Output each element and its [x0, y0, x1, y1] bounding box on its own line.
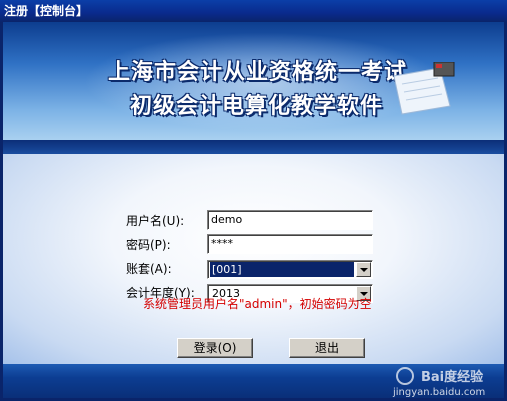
- watermark-url: jingyan.baidu.com: [392, 387, 485, 398]
- baidu-jingyan-watermark: Bai度经验 jingyan.baidu.com: [392, 367, 485, 398]
- watermark-brand: Bai度经验: [421, 369, 484, 385]
- window-title: 注册【控制台】: [4, 4, 89, 18]
- password-input[interactable]: ****: [207, 234, 373, 254]
- banner-title-line2: 初级会计电算化教学软件: [130, 94, 384, 119]
- window-client-area: 上海市会计从业资格统一考试 初级会计电算化教学软件 用户名(U): demo 密…: [3, 22, 504, 398]
- account-select[interactable]: [001]: [207, 260, 373, 279]
- banner-divider: [3, 140, 504, 154]
- password-label: 密码(P):: [126, 238, 171, 252]
- username-label: 用户名(U):: [126, 214, 185, 228]
- admin-notice: 系统管理员用户名"admin"，初始密码为空: [143, 297, 372, 311]
- account-selected-value: [001]: [210, 262, 354, 277]
- login-button[interactable]: 登录(O): [177, 338, 253, 358]
- username-input[interactable]: demo: [207, 210, 373, 230]
- banner: 上海市会计从业资格统一考试 初级会计电算化教学软件: [3, 22, 504, 140]
- document-pen-icon: [393, 62, 455, 115]
- title-bar[interactable]: 注册【控制台】: [0, 0, 507, 22]
- exit-button[interactable]: 退出: [289, 338, 365, 358]
- login-panel: 用户名(U): demo 密码(P): **** 账套(A): [001] 会计…: [3, 154, 504, 364]
- account-label: 账套(A):: [126, 262, 172, 276]
- account-dropdown-button[interactable]: [356, 262, 371, 277]
- banner-title-line1: 上海市会计从业资格统一考试: [108, 60, 408, 85]
- login-window: 注册【控制台】 上海市会计从业资格统一考试 初级会计电算化教学软件 用户名(U)…: [0, 0, 507, 401]
